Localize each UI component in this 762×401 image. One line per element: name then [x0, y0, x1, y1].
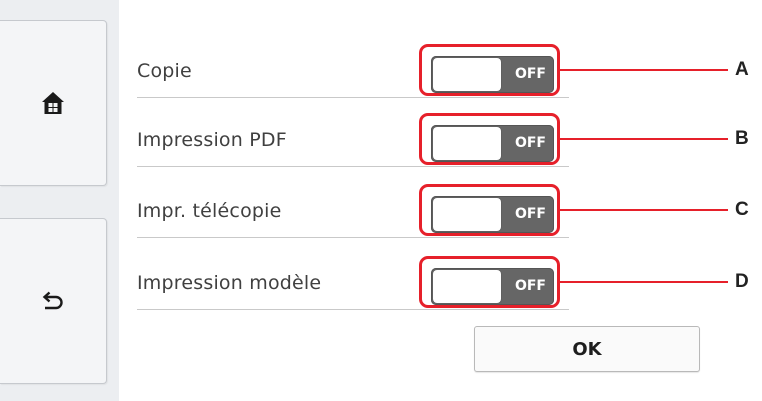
- callout-highlight-d: [419, 256, 560, 308]
- callout-letter-b: B: [735, 128, 749, 149]
- back-button[interactable]: [0, 218, 107, 384]
- setting-label: Impression PDF: [137, 129, 287, 151]
- setting-label: Copie: [137, 60, 192, 82]
- printer-touch-screen: Copie OFF Impression PDF OFF Impr. téléc…: [0, 0, 700, 401]
- setting-label: Impr. télécopie: [137, 200, 282, 222]
- callout-letter-a: A: [735, 59, 749, 80]
- row-divider: [137, 309, 569, 310]
- callout-line-b: [560, 138, 728, 140]
- callout-line-d: [560, 281, 728, 283]
- callout-highlight-a: [419, 44, 560, 96]
- ok-button[interactable]: OK: [474, 326, 700, 372]
- callout-highlight-c: [419, 184, 560, 236]
- callout-letter-d: D: [735, 271, 749, 292]
- setting-label: Impression modèle: [137, 272, 322, 294]
- callout-line-c: [560, 209, 728, 211]
- row-divider: [137, 237, 569, 238]
- back-arrow-icon: [42, 291, 63, 310]
- home-icon: [42, 92, 64, 114]
- row-divider: [137, 166, 569, 167]
- callout-line-a: [560, 69, 728, 71]
- home-button[interactable]: [0, 20, 107, 186]
- callout-letter-c: C: [735, 199, 749, 220]
- settings-panel: Copie OFF Impression PDF OFF Impr. téléc…: [119, 0, 700, 401]
- row-divider: [137, 97, 569, 98]
- callout-highlight-b: [419, 113, 560, 165]
